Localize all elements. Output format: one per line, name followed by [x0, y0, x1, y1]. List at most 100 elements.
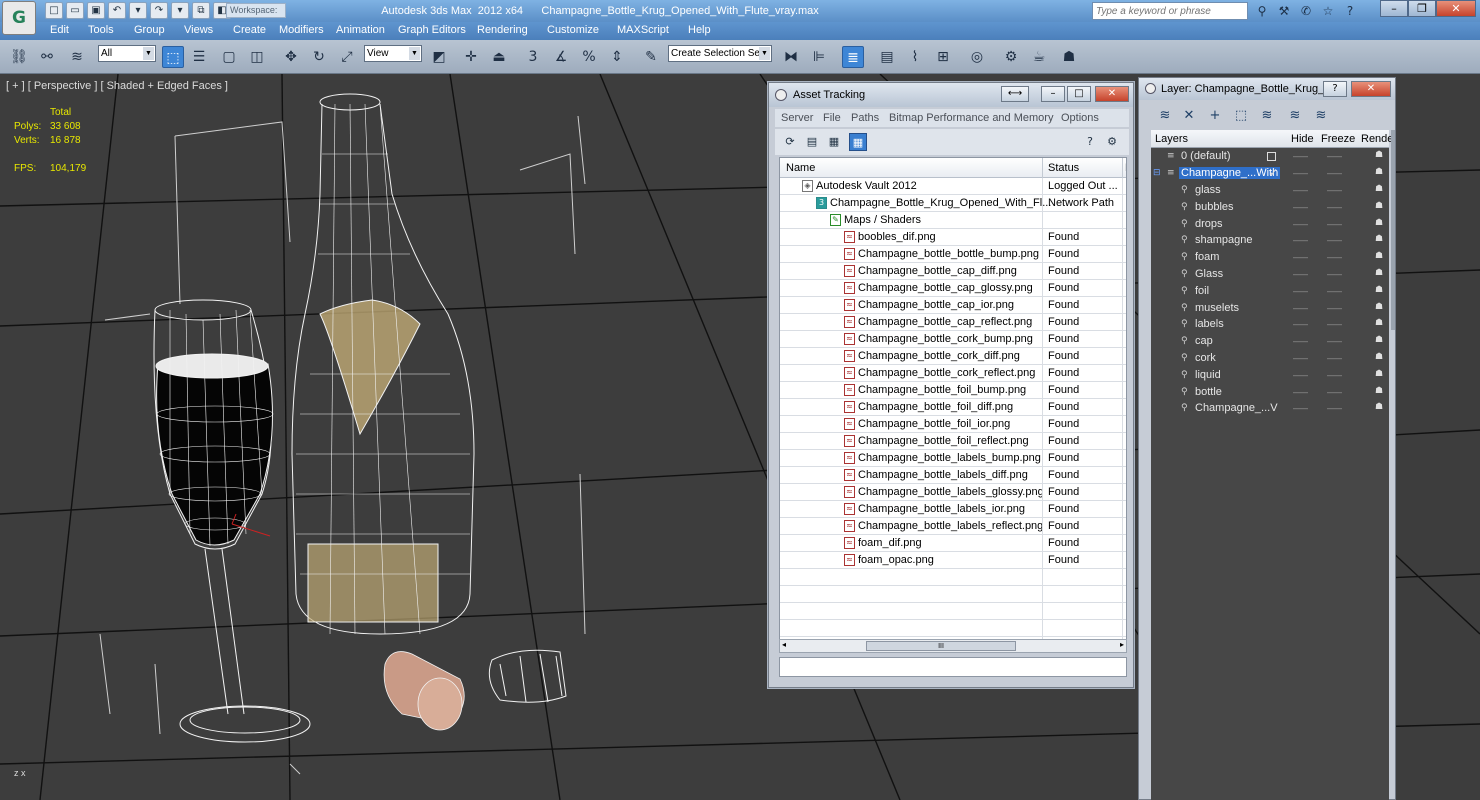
freeze-toggle[interactable]: ‒‒‒	[1327, 252, 1342, 262]
asset-maximize-button[interactable]: □	[1067, 86, 1091, 102]
curve-editor-icon[interactable]: ⌇	[904, 46, 926, 68]
schematic-view-icon[interactable]: ⊞	[932, 46, 954, 68]
column-layers[interactable]: Layers	[1155, 133, 1188, 145]
highlight-selected-icon[interactable]: ≋	[1257, 106, 1277, 126]
asset-file-row[interactable]: ≈ Champagne_bottle_cap_reflect.png Found	[780, 314, 1126, 331]
restore-button[interactable]: ❐	[1408, 0, 1436, 17]
column-hide[interactable]: Hide	[1291, 133, 1314, 145]
render-setup-icon[interactable]: ⚙	[1000, 46, 1022, 68]
hide-toggle[interactable]: ‒‒‒	[1293, 303, 1308, 313]
layer-object-row[interactable]: ⚲ glass ‒‒‒ ‒‒‒ ☗	[1151, 182, 1389, 199]
hide-toggle[interactable]: ‒‒‒	[1293, 319, 1308, 329]
redo-dropdown-icon[interactable]: ▾	[171, 2, 189, 19]
hide-toggle[interactable]: ‒‒‒	[1293, 353, 1308, 363]
render-teapot-icon[interactable]: ☗	[1375, 201, 1383, 211]
column-extra[interactable]: F	[1125, 162, 1126, 174]
hold-icon[interactable]: ⧉	[192, 2, 210, 19]
asset-file-row[interactable]: ≈ Champagne_bottle_cork_diff.png Found	[780, 348, 1126, 365]
scroll-thumb[interactable]: III	[866, 641, 1016, 651]
layer-object-row[interactable]: ⚲ labels ‒‒‒ ‒‒‒ ☗	[1151, 316, 1389, 333]
angle-snap-icon[interactable]: ∡	[550, 46, 572, 68]
freeze-toggle[interactable]: ‒‒‒	[1327, 336, 1342, 346]
layer-object-row[interactable]: ⚲ foam ‒‒‒ ‒‒‒ ☗	[1151, 249, 1389, 266]
graphite-ribbon-icon[interactable]: ▤	[876, 46, 898, 68]
hide-toggle[interactable]: ‒‒‒	[1293, 235, 1308, 245]
render-teapot-icon[interactable]: ☗	[1375, 335, 1383, 345]
menu-tools[interactable]: Tools	[88, 24, 114, 36]
render-teapot-icon[interactable]: ☗	[1375, 318, 1383, 328]
asset-file-row[interactable]: ≈ Champagne_bottle_foil_ior.png Found	[780, 416, 1126, 433]
subscription-icon[interactable]: ⚒	[1274, 2, 1294, 20]
layer-object-row[interactable]: ⚲ cork ‒‒‒ ‒‒‒ ☗	[1151, 350, 1389, 367]
asset-file-row[interactable]: ≈ Champagne_bottle_labels_diff.png Found	[780, 467, 1126, 484]
hide-toggle[interactable]: ‒‒‒	[1293, 219, 1308, 229]
viewport-label[interactable]: [ + ] [ Perspective ] [ Shaded + Edged F…	[6, 80, 228, 92]
freeze-all-icon[interactable]: ≋	[1311, 106, 1331, 126]
new-file-icon[interactable]: □	[45, 2, 63, 19]
scroll-left-icon[interactable]: ◂	[782, 640, 786, 649]
snaps-toggle-icon[interactable]: 3	[522, 46, 544, 68]
dock-toggle-button[interactable]: ⟷	[1001, 86, 1029, 102]
freeze-toggle[interactable]: ‒‒‒	[1327, 269, 1342, 279]
hide-toggle[interactable]: ‒‒‒	[1293, 202, 1308, 212]
freeze-toggle[interactable]: ‒‒‒	[1327, 303, 1342, 313]
hide-toggle[interactable]: ‒‒‒	[1293, 252, 1308, 262]
layer-object-row[interactable]: ⚲ muselets ‒‒‒ ‒‒‒ ☗	[1151, 300, 1389, 317]
asset-file-row[interactable]: ≈ boobles_dif.png Found	[780, 229, 1126, 246]
freeze-toggle[interactable]: ‒‒‒	[1327, 202, 1342, 212]
asset-file-row[interactable]: ≈ Champagne_bottle_cap_ior.png Found	[780, 297, 1126, 314]
render-teapot-icon[interactable]: ☗	[1375, 402, 1383, 412]
column-status[interactable]: Status	[1048, 162, 1079, 174]
asset-minimize-button[interactable]: –	[1041, 86, 1065, 102]
asset-row-maps-group[interactable]: ✎ Maps / Shaders	[780, 212, 1126, 229]
asset-file-row[interactable]: ≈ Champagne_bottle_labels_glossy.png Found	[780, 484, 1126, 501]
render-teapot-icon[interactable]: ☗	[1375, 352, 1383, 362]
asset-file-row[interactable]: ≈ Champagne_bottle_labels_reflect.png Foun…	[780, 518, 1126, 535]
select-by-name-icon[interactable]: ☰	[188, 46, 210, 68]
hide-toggle[interactable]: ‒‒‒	[1293, 403, 1308, 413]
workspace-selector[interactable]: Workspace: Default	[226, 3, 286, 18]
asset-file-row[interactable]: ≈ Champagne_bottle_foil_bump.png Found	[780, 382, 1126, 399]
render-production-icon[interactable]: ☗	[1058, 46, 1080, 68]
asset-file-row[interactable]: ≈ foam_dif.png Found	[780, 535, 1126, 552]
add-to-layer-icon[interactable]: +	[1205, 106, 1225, 126]
render-teapot-icon[interactable]: ☗	[1375, 150, 1383, 160]
hide-toggle[interactable]: ‒‒‒	[1293, 269, 1308, 279]
search-input[interactable]	[1092, 2, 1248, 20]
render-teapot-icon[interactable]: ☗	[1375, 285, 1383, 295]
spinner-snap-icon[interactable]: ⇕	[606, 46, 628, 68]
render-teapot-icon[interactable]: ☗	[1375, 184, 1383, 194]
menu-edit[interactable]: Edit	[50, 24, 69, 36]
hide-toggle[interactable]: ‒‒‒	[1293, 151, 1308, 161]
freeze-toggle[interactable]: ‒‒‒	[1327, 151, 1342, 161]
edit-named-selection-icon[interactable]: ✎	[640, 46, 662, 68]
save-icon[interactable]: ▣	[87, 2, 105, 19]
asset-file-row[interactable]: ≈ Champagne_bottle_foil_reflect.png Found	[780, 433, 1126, 450]
layer-help-button[interactable]: ?	[1323, 81, 1347, 97]
freeze-toggle[interactable]: ‒‒‒	[1327, 235, 1342, 245]
layer-object-row[interactable]: ⚲ foil ‒‒‒ ‒‒‒ ☗	[1151, 283, 1389, 300]
asset-row-vault[interactable]: ◈ Autodesk Vault 2012 Logged Out ...	[780, 178, 1126, 195]
hide-toggle[interactable]: ‒‒‒	[1293, 185, 1308, 195]
column-render[interactable]: Rende	[1361, 133, 1393, 145]
asset-path-field[interactable]	[779, 657, 1127, 677]
layer-manager-icon[interactable]: ≣	[842, 46, 864, 68]
asset-menu-options[interactable]: Options	[1061, 112, 1099, 124]
undo-dropdown-icon[interactable]: ▾	[129, 2, 147, 19]
layer-object-row[interactable]: ⚲ bubbles ‒‒‒ ‒‒‒ ☗	[1151, 199, 1389, 216]
refresh-icon[interactable]: ⟳	[781, 133, 799, 151]
collapse-icon[interactable]: ⊟	[1153, 168, 1163, 179]
layer-object-row[interactable]: ⚲ Glass ‒‒‒ ‒‒‒ ☗	[1151, 266, 1389, 283]
asset-close-button[interactable]: ✕	[1095, 86, 1129, 102]
asset-file-row[interactable]: ≈ foam_opac.png Found	[780, 552, 1126, 569]
asset-menu-paths[interactable]: Paths	[851, 112, 879, 124]
material-editor-icon[interactable]: ◎	[966, 46, 988, 68]
select-in-layer-icon[interactable]: ⬚	[1231, 106, 1251, 126]
menu-help[interactable]: Help	[688, 24, 711, 36]
current-layer-checkbox[interactable]	[1267, 152, 1276, 161]
select-rotate-icon[interactable]: ↻	[308, 46, 330, 68]
mirror-icon[interactable]: ⧓	[780, 46, 802, 68]
asset-file-row[interactable]: ≈ Champagne_bottle_labels_bump.png Found	[780, 450, 1126, 467]
render-teapot-icon[interactable]: ☗	[1375, 386, 1383, 396]
close-button[interactable]: ✕	[1436, 0, 1476, 17]
